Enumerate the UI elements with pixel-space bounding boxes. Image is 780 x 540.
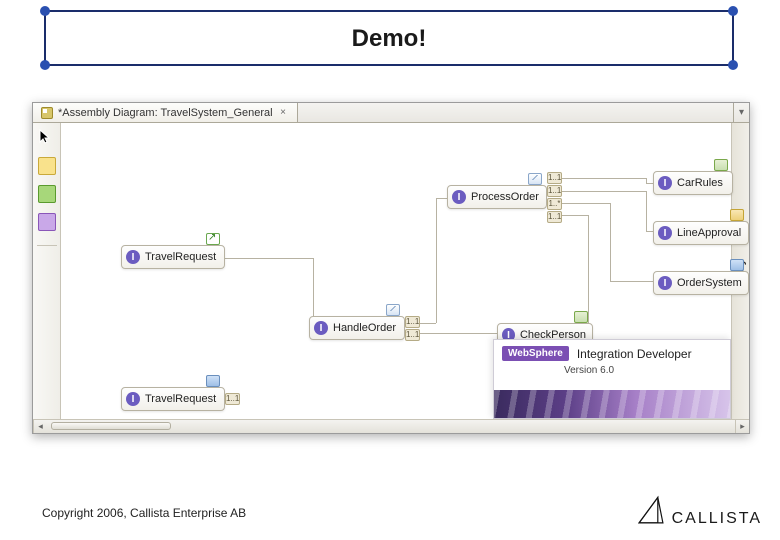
wire[interactable] — [211, 258, 313, 259]
canvas-area: Tray I — [33, 123, 749, 419]
editor-tab-bar: *Assembly Diagram: TravelSystem_General … — [33, 103, 749, 123]
assembly-diagram-icon — [41, 107, 53, 119]
reference-port[interactable]: 1..1 — [225, 393, 240, 405]
interface-badge-icon: I — [126, 392, 140, 406]
wire[interactable] — [436, 198, 437, 323]
tool-palette — [33, 123, 61, 419]
reference-port[interactable]: 1..1 — [547, 211, 562, 223]
scrollbar-thumb[interactable] — [51, 422, 171, 430]
wire[interactable] — [548, 191, 646, 192]
resize-handle-icon[interactable] — [728, 60, 738, 70]
reference-port[interactable]: 1..1 — [547, 172, 562, 184]
selection-tool-icon[interactable] — [38, 129, 56, 147]
export-icon — [206, 233, 220, 245]
human-task-icon — [730, 209, 744, 221]
resize-handle-icon[interactable] — [40, 6, 50, 16]
product-art-icon — [494, 390, 730, 418]
node-label: LineApproval — [677, 227, 741, 239]
close-icon[interactable]: × — [278, 107, 289, 118]
slide-title: Demo! — [46, 12, 732, 66]
import-tool-icon[interactable] — [38, 185, 56, 203]
interface-badge-icon: I — [658, 176, 672, 190]
tab-assembly-diagram[interactable]: *Assembly Diagram: TravelSystem_General … — [33, 103, 298, 122]
callista-logo-text: CALLISTA — [672, 510, 762, 528]
tab-overflow-chevron-icon[interactable]: ▾ — [733, 103, 749, 122]
import-icon — [730, 259, 744, 271]
interface-badge-icon: I — [314, 321, 328, 335]
node-label: HandleOrder — [333, 322, 396, 334]
slide-title-frame[interactable]: Demo! — [44, 10, 734, 66]
wire[interactable] — [646, 191, 647, 231]
product-version: Version 6.0 — [494, 365, 730, 376]
interface-badge-icon: I — [452, 190, 466, 204]
callista-logo-icon — [634, 494, 668, 528]
websphere-badge: WebSphere — [502, 346, 569, 361]
scroll-right-icon[interactable]: ▸ — [735, 420, 749, 433]
rules-icon — [714, 159, 728, 171]
node-label: TravelRequest — [145, 251, 216, 263]
reference-port[interactable]: 1..1 — [405, 316, 420, 328]
node-label: TravelRequest — [145, 393, 216, 405]
interface-badge-icon: I — [658, 226, 672, 240]
reference-port[interactable]: 1..1 — [405, 329, 420, 341]
tab-label: *Assembly Diagram: TravelSystem_General — [58, 107, 273, 119]
palette-divider — [37, 245, 57, 246]
interface-badge-icon: I — [658, 276, 672, 290]
assembly-canvas[interactable]: I TravelRequest I TravelRequest 1..1 I H… — [61, 123, 731, 419]
component-icon — [574, 311, 588, 323]
component-icon — [386, 304, 400, 316]
resize-handle-icon[interactable] — [40, 60, 50, 70]
node-order-system[interactable]: I OrderSystem — [653, 271, 749, 295]
component-tool-icon[interactable] — [38, 157, 56, 175]
node-label: CarRules — [677, 177, 723, 189]
scroll-left-icon[interactable]: ◂ — [33, 420, 47, 433]
wire[interactable] — [588, 215, 589, 333]
component-icon — [528, 173, 542, 185]
reference-port[interactable]: 1..* — [547, 198, 562, 210]
resize-handle-icon[interactable] — [728, 6, 738, 16]
copyright-footer: Copyright 2006, Callista Enterprise AB — [42, 506, 246, 520]
node-process-order[interactable]: I ProcessOrder 1..1 1..1 1..* 1..1 — [447, 185, 547, 209]
node-car-rules[interactable]: I CarRules — [653, 171, 733, 195]
node-label: OrderSystem — [677, 277, 742, 289]
export-tool-icon[interactable] — [38, 213, 56, 231]
scrollbar-track[interactable] — [47, 420, 735, 433]
assembly-editor-window: *Assembly Diagram: TravelSystem_General … — [32, 102, 750, 434]
wire[interactable] — [548, 178, 646, 179]
callista-logo: CALLISTA — [634, 494, 762, 528]
node-travel-request-import[interactable]: I TravelRequest 1..1 — [121, 387, 225, 411]
product-splash-card: WebSphere Integration Developer Version … — [493, 339, 731, 419]
node-handle-order[interactable]: I HandleOrder 1..1 1..1 — [309, 316, 405, 340]
product-title: Integration Developer — [577, 347, 692, 361]
node-line-approval[interactable]: I LineApproval — [653, 221, 749, 245]
interface-badge-icon: I — [126, 250, 140, 264]
import-icon — [206, 375, 220, 387]
node-travel-request-export[interactable]: I TravelRequest — [121, 245, 225, 269]
reference-port[interactable]: 1..1 — [547, 185, 562, 197]
node-label: ProcessOrder — [471, 191, 539, 203]
horizontal-scrollbar[interactable]: ◂ ▸ — [33, 419, 749, 433]
wire[interactable] — [610, 203, 611, 281]
